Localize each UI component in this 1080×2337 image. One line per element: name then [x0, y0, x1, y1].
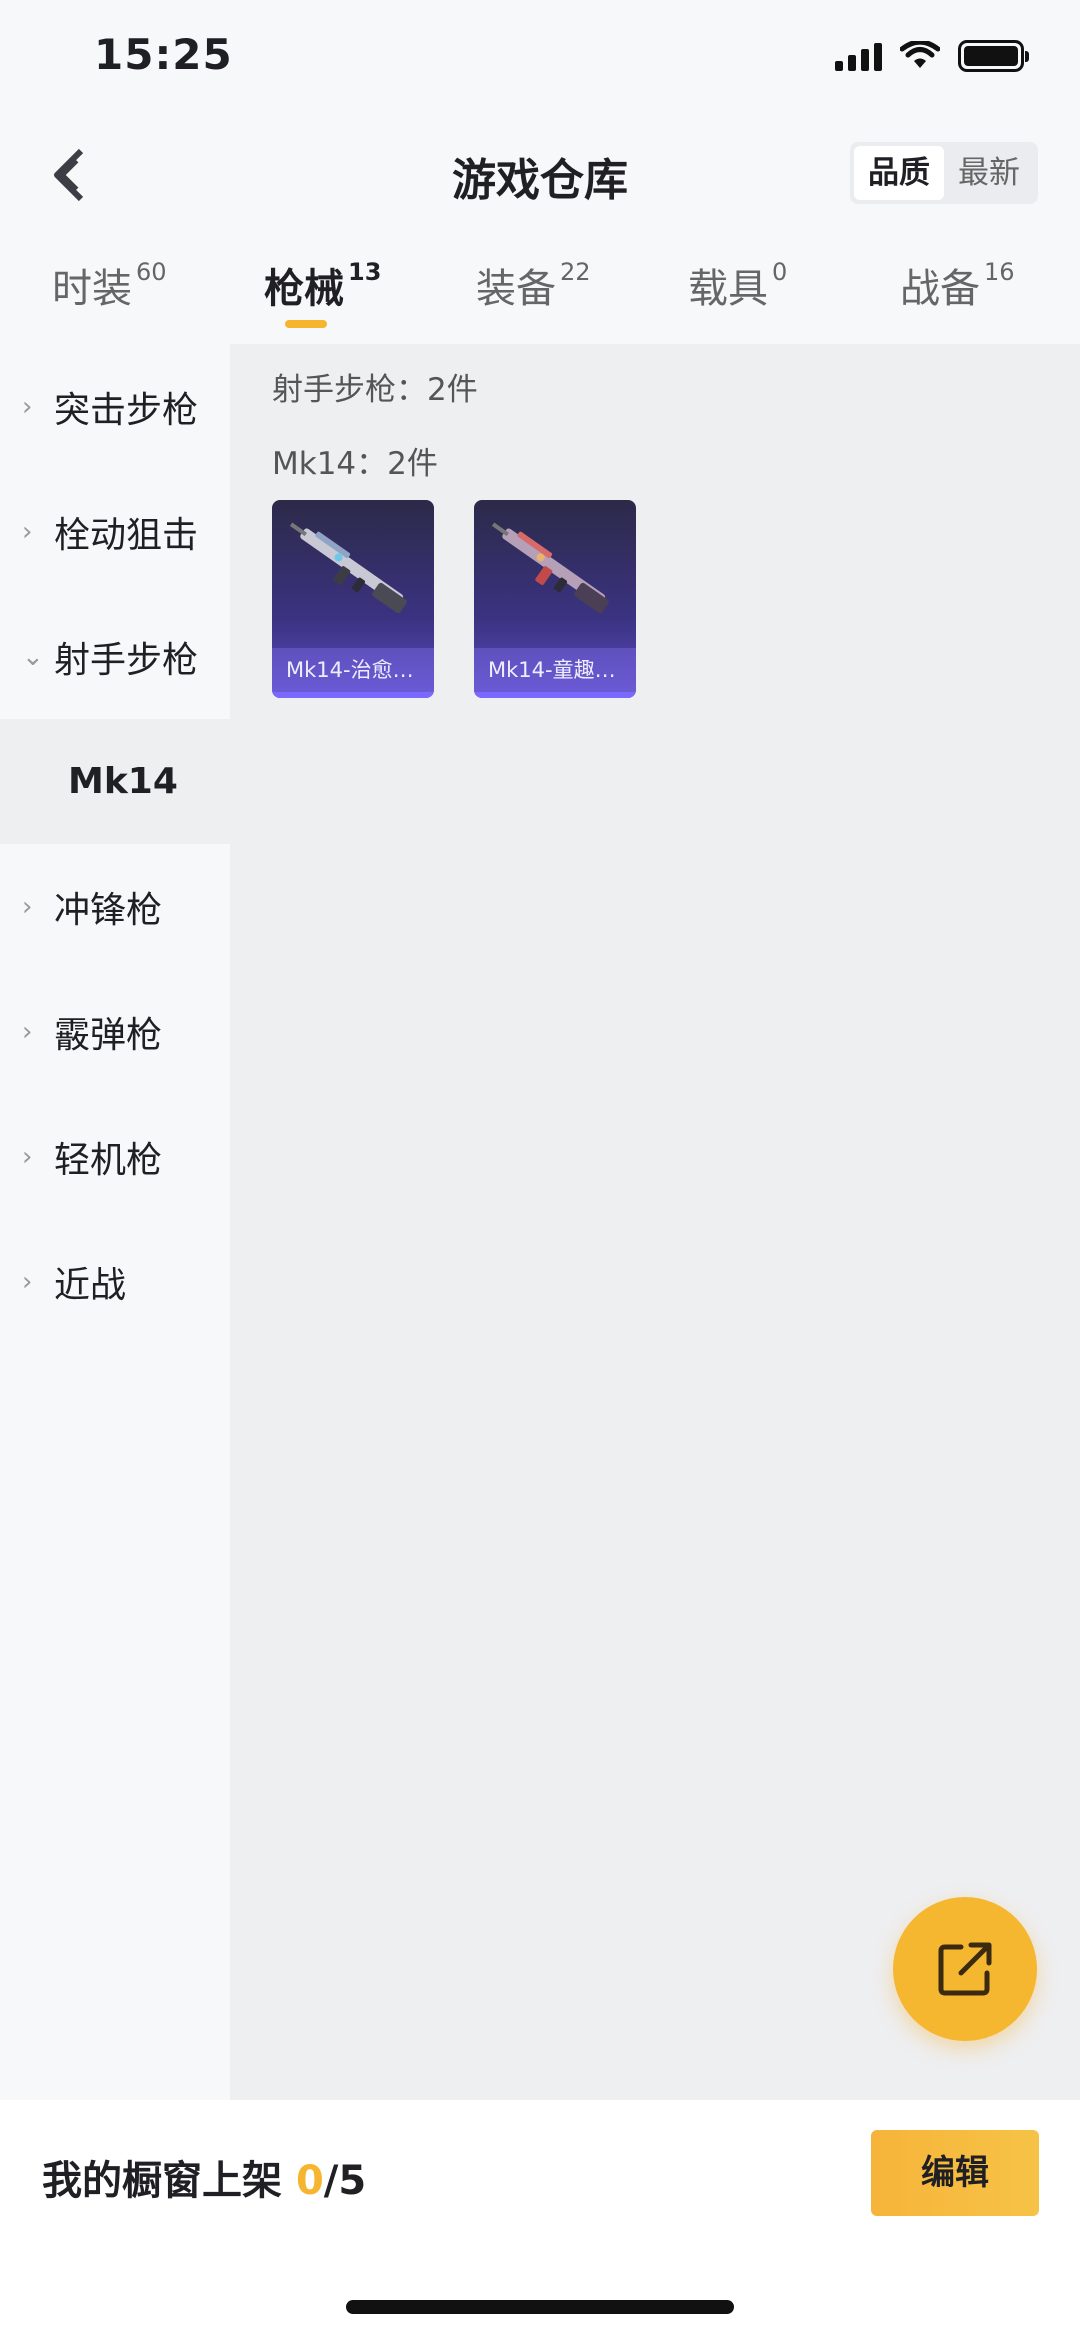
category-tabs: 时装 60 枪械 13 装备 22 载具 0 战备 16 — [0, 240, 1080, 344]
sidebar-item-melee[interactable]: › 近战 — [0, 1219, 230, 1344]
tab-count: 16 — [984, 258, 1015, 286]
sidebar-item-label: 轻机枪 — [54, 1139, 163, 1181]
chevron-down-icon: ⌄ — [22, 641, 44, 672]
wifi-icon — [900, 41, 940, 68]
category-summary: 射手步枪：2件 — [272, 372, 478, 408]
sort-toggle: 品质 最新 — [850, 142, 1038, 204]
tab-count: 22 — [560, 258, 591, 286]
tab-label: 战备 — [900, 266, 980, 312]
sidebar-item-marksman-rifle[interactable]: ⌄ 射手步枪 — [0, 594, 230, 719]
tab-label: 时装 — [52, 266, 132, 312]
sort-option-quality[interactable]: 品质 — [854, 146, 944, 200]
sort-option-newest[interactable]: 最新 — [944, 146, 1034, 200]
edit-button[interactable]: 编辑 — [871, 2130, 1039, 2216]
sidebar-item-smg[interactable]: › 冲锋枪 — [0, 844, 230, 969]
sidebar-item-bolt-sniper[interactable]: › 栓动狙击 — [0, 469, 230, 594]
rarity-bar — [272, 692, 434, 698]
chevron-right-icon: › — [22, 516, 33, 547]
sidebar-item-assault-rifle[interactable]: › 突击步枪 — [0, 344, 230, 469]
tab-label: 枪械 — [264, 266, 344, 312]
sidebar-item-label: 突击步枪 — [54, 389, 199, 431]
tab-fashion[interactable]: 时装 60 — [52, 256, 167, 314]
status-icons — [835, 40, 1029, 72]
sidebar-item-label: 近战 — [54, 1264, 127, 1306]
chevron-right-icon: › — [22, 1016, 33, 1047]
shelf-count: 0 — [295, 2158, 324, 2204]
tab-label: 装备 — [476, 266, 556, 312]
status-bar: 15:25 — [0, 0, 1080, 120]
battery-icon — [958, 40, 1029, 72]
sidebar-item-label: Mk14 — [68, 761, 178, 802]
rifle-skin-image — [491, 522, 609, 614]
tab-count: 13 — [348, 258, 382, 286]
item-card[interactable]: Mk14-童趣… — [474, 500, 636, 698]
shelf-status: 我的橱窗上架 0/5 — [42, 2148, 366, 2206]
signal-icon — [835, 41, 882, 71]
tab-vehicles[interactable]: 载具 0 — [688, 256, 787, 314]
chevron-right-icon: › — [22, 891, 33, 922]
tab-count: 60 — [136, 258, 167, 286]
chevron-right-icon: › — [22, 391, 33, 422]
share-button[interactable] — [893, 1897, 1037, 2041]
item-name: Mk14-童趣… — [474, 648, 636, 692]
shelf-total: /5 — [323, 2158, 367, 2204]
status-time: 15:25 — [94, 30, 233, 79]
rarity-bar — [474, 692, 636, 698]
shelf-label: 我的橱窗上架 — [42, 2158, 296, 2204]
sidebar-item-shotgun[interactable]: › 霰弹枪 — [0, 969, 230, 1094]
rifle-skin-image — [289, 522, 407, 614]
tab-supplies[interactable]: 战备 16 — [900, 256, 1015, 314]
sidebar-item-label: 霰弹枪 — [54, 1014, 163, 1056]
sidebar-item-label: 射手步枪 — [54, 639, 199, 681]
sidebar-item-lmg[interactable]: › 轻机枪 — [0, 1094, 230, 1219]
item-card[interactable]: Mk14-治愈… — [272, 500, 434, 698]
chevron-right-icon: › — [22, 1141, 33, 1172]
active-tab-indicator — [285, 320, 327, 328]
sidebar-item-label: 栓动狙击 — [54, 514, 199, 556]
subcategory-summary: Mk14：2件 — [272, 446, 438, 482]
sidebar: › 突击步枪 › 栓动狙击 ⌄ 射手步枪 Mk14 › 冲锋枪 › 霰弹枪 › … — [0, 344, 230, 2100]
header: 游戏仓库 品质 最新 — [0, 120, 1080, 230]
item-name: Mk14-治愈… — [272, 648, 434, 692]
tab-count: 0 — [772, 258, 788, 286]
sidebar-item-label: 冲锋枪 — [54, 889, 163, 931]
chevron-right-icon: › — [22, 1266, 33, 1297]
tab-firearms[interactable]: 枪械 13 — [264, 256, 381, 314]
tab-label: 载具 — [688, 266, 768, 312]
sidebar-subitem-mk14[interactable]: Mk14 — [0, 719, 230, 844]
home-indicator — [346, 2300, 734, 2314]
item-content: 射手步枪：2件 Mk14：2件 Mk14-治愈… Mk14-童趣… — [230, 344, 1080, 2100]
tab-equipment[interactable]: 装备 22 — [476, 256, 591, 314]
share-icon — [938, 1942, 992, 1996]
